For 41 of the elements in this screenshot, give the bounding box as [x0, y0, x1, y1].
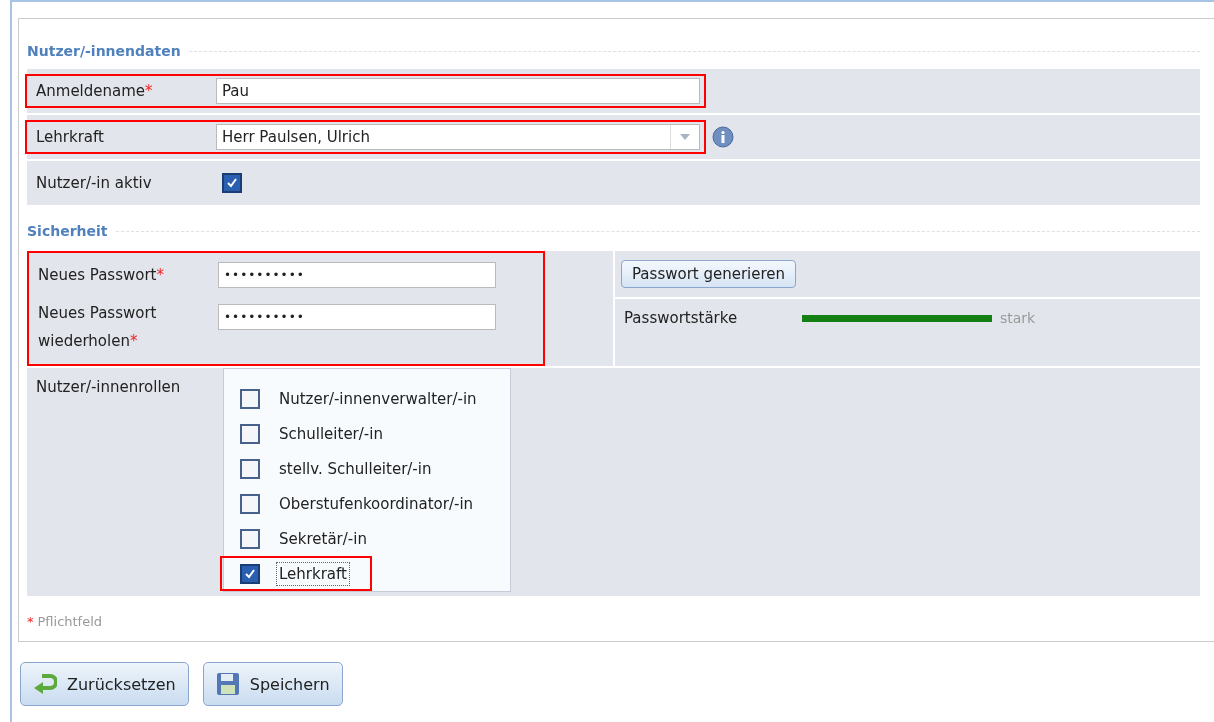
role-label[interactable]: Sekretär/-in — [276, 526, 370, 551]
required-mark-icon: * — [129, 332, 138, 350]
checkbox[interactable] — [222, 173, 242, 193]
checkbox[interactable] — [240, 493, 260, 514]
checkbox[interactable] — [240, 458, 260, 479]
checkmark-icon — [226, 177, 238, 189]
dropdown-field[interactable]: Herr Paulsen, Ulrich — [216, 124, 700, 150]
section-title: Nutzer/-innendaten — [27, 43, 181, 59]
checkmark-icon — [244, 567, 256, 580]
role-label[interactable]: Nutzer/-innenverwalter/-in — [276, 386, 480, 411]
field-label: Lehrkraft — [36, 128, 104, 146]
checkbox[interactable] — [240, 388, 260, 409]
field-label: wiederholen — [38, 332, 130, 350]
field-label: Neues Passwort — [38, 266, 157, 284]
caret-icon — [680, 134, 690, 140]
required-mark-icon: * — [156, 266, 164, 284]
role-label[interactable]: Oberstufenkoordinator/-in — [276, 491, 477, 516]
field-label: Anmeldename — [36, 82, 146, 100]
field-label: Nutzer/-in aktiv — [36, 174, 152, 192]
password-field[interactable]: •••••••••• — [218, 304, 496, 330]
field-label: Nutzer/-innenrollen — [36, 378, 181, 396]
input-field[interactable]: Pau — [216, 78, 700, 104]
checkbox[interactable] — [240, 528, 260, 549]
password-field[interactable]: •••••••••• — [218, 262, 496, 288]
section-title: Sicherheit — [27, 223, 108, 239]
role-label[interactable]: Schulleiter/-in — [276, 421, 386, 446]
reset-button[interactable]: Zurücksetzen — [20, 662, 189, 706]
return-arrow-icon — [33, 674, 57, 694]
checkbox[interactable] — [240, 423, 260, 444]
required-mark-icon: * — [145, 82, 153, 100]
generate-password-button[interactable]: Passwort generieren — [621, 260, 797, 288]
role-label[interactable]: stellv. Schulleiter/-in — [276, 456, 435, 481]
checkbox[interactable] — [240, 563, 260, 584]
info-icon[interactable] — [712, 126, 734, 148]
required-note: Pflichtfeld — [37, 614, 103, 629]
field-label: Neues Passwort — [38, 304, 158, 322]
role-label[interactable]: Lehrkraft — [276, 561, 350, 586]
strength-reading: stark — [1000, 310, 1036, 326]
save-button[interactable]: Speichern — [202, 662, 343, 706]
field-label: Passwortstärke — [624, 309, 739, 327]
required-mark-icon: * — [27, 614, 34, 629]
